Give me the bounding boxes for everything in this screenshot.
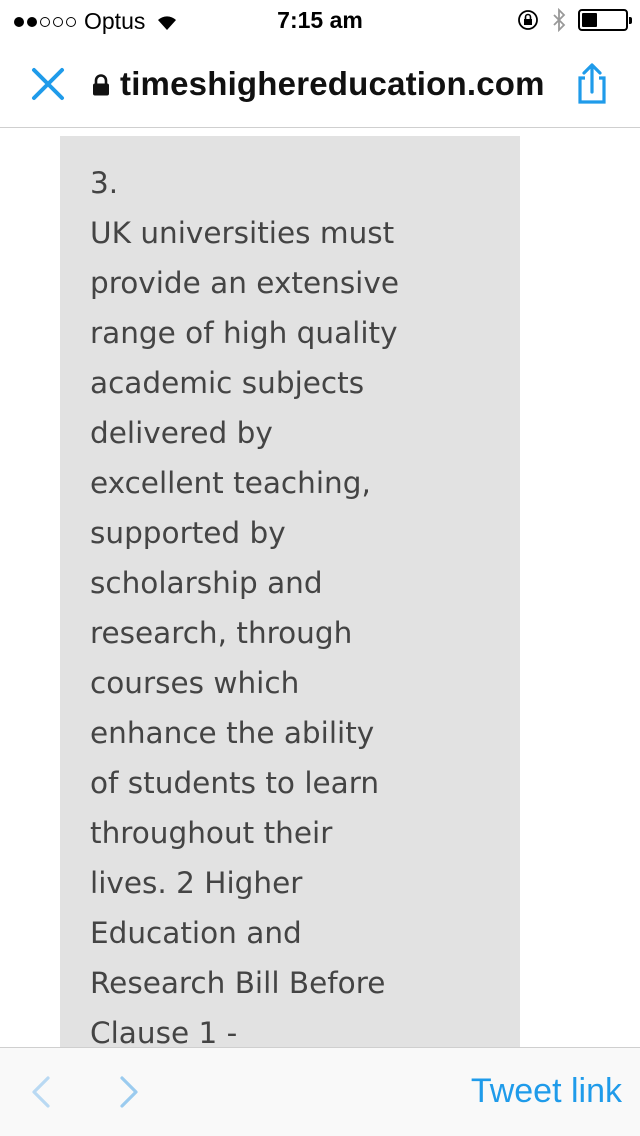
chevron-right-icon[interactable] <box>116 1074 142 1110</box>
quote-line: of students to learn <box>90 766 380 800</box>
quote-line: Research Bill Before <box>90 966 386 1000</box>
url-bar: timeshighereducation.com <box>0 40 640 128</box>
lock-icon <box>93 74 109 96</box>
bottom-toolbar: Tweet link <box>0 1047 640 1136</box>
rotation-lock-icon <box>518 10 538 30</box>
url-domain[interactable]: timeshighereducation.com <box>120 65 545 103</box>
quote-line: research, through <box>90 616 353 650</box>
quote-line: delivered by <box>90 416 273 450</box>
quote-line: Education and <box>90 916 302 950</box>
quote-line: scholarship and <box>90 566 323 600</box>
share-icon[interactable] <box>568 60 616 108</box>
quote-line: provide an extensive <box>90 266 399 300</box>
quote-line: UK universities must <box>90 216 395 250</box>
quote-line: throughout their <box>90 816 333 850</box>
tweet-link-button[interactable]: Tweet link <box>471 1072 622 1111</box>
quote-text: 3. UK universities must provide an exten… <box>90 158 510 1047</box>
quote-line: lives. 2 Higher <box>90 866 303 900</box>
quote-line: supported by <box>90 516 286 550</box>
chevron-left-icon[interactable] <box>28 1074 54 1110</box>
page-content: 3. UK universities must provide an exten… <box>0 128 640 1047</box>
close-icon[interactable] <box>28 64 68 104</box>
quote-line: excellent teaching, <box>90 466 371 500</box>
quote-block: 3. UK universities must provide an exten… <box>60 136 520 1047</box>
status-bar: Optus 7:15 am <box>0 0 640 40</box>
quote-line: Clause 1 - <box>90 1016 238 1047</box>
quote-line: 3. <box>90 166 119 200</box>
quote-line: academic subjects <box>90 366 365 400</box>
battery-fill <box>582 13 597 27</box>
status-right <box>516 8 632 32</box>
quote-line: courses which <box>90 666 300 700</box>
bluetooth-icon <box>553 8 566 32</box>
quote-line: enhance the ability <box>90 716 375 750</box>
quote-line: range of high quality <box>90 316 398 350</box>
battery-icon <box>578 9 632 31</box>
